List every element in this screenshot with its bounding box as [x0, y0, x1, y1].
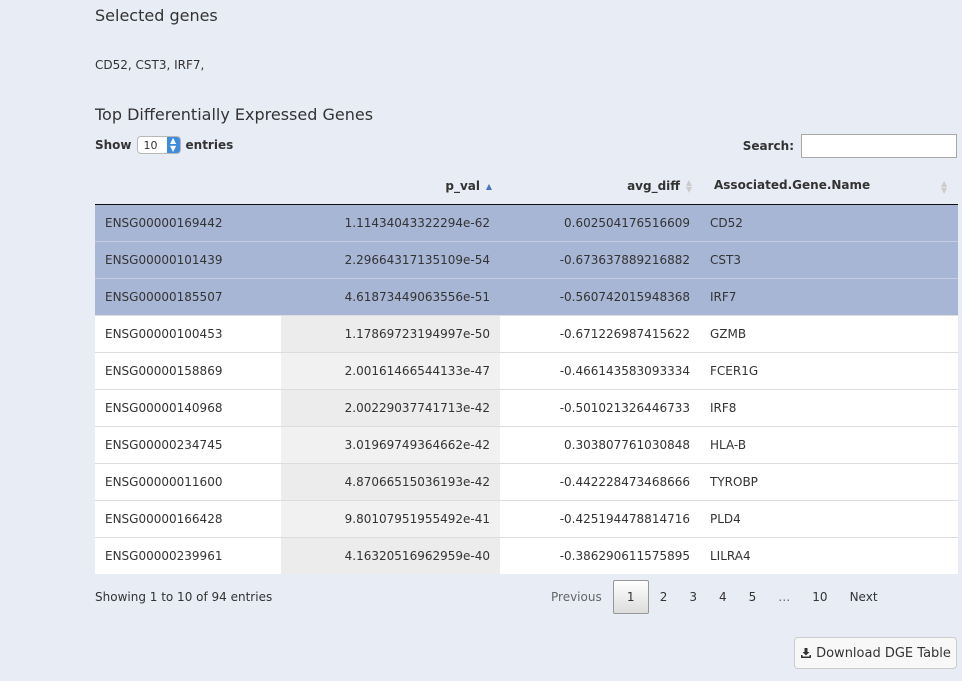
cell-p-val: 2.00161466544133e-47 [281, 351, 500, 389]
entries-length-select[interactable]: 10 ▲ ▼ [136, 136, 181, 154]
cell-gene-id: ENSG00000158869 [95, 351, 281, 389]
download-label: Download DGE Table [816, 645, 951, 661]
cell-avg-diff: -0.501021326446733 [500, 388, 700, 426]
column-header-gene-name[interactable]: Associated.Gene.Name ▲ ▼ [700, 168, 958, 205]
cell-avg-diff: -0.425194478814716 [500, 499, 700, 537]
sort-both-icon: ▲ ▼ [685, 178, 692, 194]
cell-p-val: 2.00229037741713e-42 [281, 388, 500, 426]
cell-p-val: 9.80107951955492e-41 [281, 499, 500, 537]
table-row[interactable]: ENSG00000101439 2.29664317135109e-54 -0.67… [95, 240, 958, 278]
download-dge-table-button[interactable]: Download DGE Table [794, 637, 957, 669]
cell-avg-diff: 0.303807761030848 [500, 425, 700, 463]
page-button-2[interactable]: 2 [649, 580, 679, 614]
dge-table: p_val ▲ avg_diff ▲ ▼ Associated.Gene.Name ▲ ▼… [95, 168, 958, 574]
table-title: Top Differentially Expressed Genes [95, 105, 374, 124]
table-header-row: p_val ▲ avg_diff ▲ ▼ Associated.Gene.Name ▲ ▼ [95, 168, 958, 205]
cell-gene-id: ENSG00000101439 [95, 240, 281, 278]
show-label: Show [95, 138, 132, 152]
column-header-id[interactable] [95, 168, 281, 205]
entries-length-control: Show 10 ▲ ▼ entries [95, 136, 233, 154]
page-button-10[interactable]: 10 [801, 580, 838, 614]
cell-gene-id: ENSG00000169442 [95, 204, 281, 241]
search-label: Search: [742, 139, 794, 153]
cell-p-val: 1.17869723194997e-50 [281, 314, 500, 352]
sort-both-icon: ▲ ▼ [941, 178, 948, 195]
page-button-5[interactable]: 5 [738, 580, 768, 614]
pagination-ellipsis: … [778, 590, 791, 604]
table-row[interactable]: ENSG00000166428 9.80107951955492e-41 -0.42… [95, 499, 958, 537]
column-header-p-val-label: p_val [445, 178, 480, 193]
select-arrows-icon: ▲ ▼ [166, 137, 180, 153]
cell-avg-diff: -0.442228473468666 [500, 462, 700, 500]
column-header-gene-name-label: Associated.Gene.Name [714, 177, 871, 192]
table-row[interactable]: ENSG00000158869 2.00161466544133e-47 -0.46… [95, 351, 958, 389]
entries-length-value: 10 [143, 138, 158, 152]
entries-label: entries [185, 138, 234, 152]
search-input[interactable] [801, 134, 957, 158]
table-row[interactable]: ENSG00000239961 4.16320516962959e-40 -0.38… [95, 536, 958, 574]
sort-ascending-icon: ▲ [485, 181, 492, 191]
cell-gene-id: ENSG00000234745 [95, 425, 281, 463]
cell-gene-name: IRF8 [700, 388, 958, 426]
cell-avg-diff: -0.673637889216882 [500, 240, 700, 278]
cell-p-val: 1.11434043322294e-62 [281, 204, 500, 241]
cell-p-val: 3.01969749364662e-42 [281, 425, 500, 463]
cell-gene-name: LILRA4 [700, 536, 958, 574]
download-icon [800, 647, 812, 659]
table-row[interactable]: ENSG00000140968 2.00229037741713e-42 -0.50… [95, 388, 958, 426]
table-row[interactable]: ENSG00000169442 1.11434043322294e-62 0.602… [95, 204, 958, 241]
cell-gene-id: ENSG00000185507 [95, 277, 281, 315]
cell-p-val: 4.16320516962959e-40 [281, 536, 500, 574]
cell-gene-name: IRF7 [700, 277, 958, 315]
cell-gene-id: ENSG00000100453 [95, 314, 281, 352]
page-button-1[interactable]: 1 [612, 580, 649, 614]
cell-gene-name: HLA-B [700, 425, 958, 463]
table-row[interactable]: ENSG00000234745 3.01969749364662e-42 0.303… [95, 425, 958, 463]
cell-avg-diff: -0.386290611575895 [500, 536, 700, 574]
table-row[interactable]: ENSG00000185507 4.61873449063556e-51 -0.56… [95, 277, 958, 315]
next-button[interactable]: Next [839, 580, 889, 614]
page-button-3[interactable]: 3 [678, 580, 708, 614]
cell-gene-name: FCER1G [700, 351, 958, 389]
cell-gene-name: TYROBP [700, 462, 958, 500]
page-button-4[interactable]: 4 [708, 580, 738, 614]
cell-gene-name: PLD4 [700, 499, 958, 537]
cell-gene-id: ENSG00000140968 [95, 388, 281, 426]
column-header-avg-diff[interactable]: avg_diff ▲ ▼ [500, 168, 700, 205]
cell-avg-diff: 0.602504176516609 [500, 204, 700, 241]
cell-gene-id: ENSG00000239961 [95, 536, 281, 574]
cell-gene-name: CD52 [700, 204, 958, 241]
table-row[interactable]: ENSG00000100453 1.17869723194997e-50 -0.67… [95, 314, 958, 352]
cell-gene-name: GZMB [700, 314, 958, 352]
selected-genes-list: CD52, CST3, IRF7, [95, 58, 205, 72]
cell-gene-id: ENSG00000166428 [95, 499, 281, 537]
pagination: Previous 1 2 3 4 5 … 10 Next [540, 580, 889, 614]
cell-p-val: 2.29664317135109e-54 [281, 240, 500, 278]
cell-avg-diff: -0.560742015948368 [500, 277, 700, 315]
selected-genes-title: Selected genes [95, 6, 218, 25]
table-row[interactable]: ENSG00000011600 4.87066515036193e-42 -0.44… [95, 462, 958, 500]
search-control: Search: [743, 134, 957, 158]
table-info: Showing 1 to 10 of 94 entries [95, 590, 273, 604]
cell-gene-name: CST3 [700, 240, 958, 278]
cell-p-val: 4.87066515036193e-42 [281, 462, 500, 500]
previous-button[interactable]: Previous [540, 580, 613, 614]
column-header-p-val[interactable]: p_val ▲ [281, 168, 500, 205]
column-header-avg-diff-label: avg_diff [627, 178, 680, 193]
cell-p-val: 4.61873449063556e-51 [281, 277, 500, 315]
cell-gene-id: ENSG00000011600 [95, 462, 281, 500]
cell-avg-diff: -0.671226987415622 [500, 314, 700, 352]
cell-avg-diff: -0.466143583093334 [500, 351, 700, 389]
